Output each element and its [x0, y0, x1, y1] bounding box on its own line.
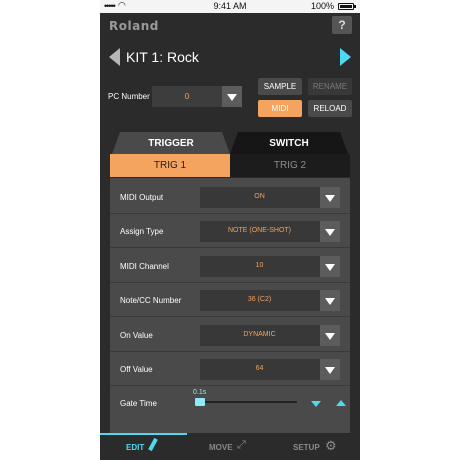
slider-handle[interactable]: [195, 398, 205, 406]
param-list: MIDI Output ON Assign Type NOTE (ONE-SHO…: [110, 178, 350, 433]
tab-trigger-label: TRIGGER: [148, 138, 194, 149]
battery-percent: 100%: [310, 1, 334, 11]
tab-trigger[interactable]: TRIGGER: [112, 132, 230, 154]
app-header: Roland ?: [100, 13, 360, 38]
app-screen: ••••• ◠ 9:41 AM 100% Roland ? KIT 1: Roc…: [100, 0, 360, 460]
bottom-nav: EDIT MOVE ⤢ SETUP ⚙: [100, 433, 360, 460]
subtab-trig1[interactable]: TRIG 1: [110, 154, 230, 177]
rename-button[interactable]: RENAME: [308, 78, 352, 95]
battery-icon: [338, 3, 356, 10]
chevron-down-icon[interactable]: [320, 290, 340, 311]
help-button[interactable]: ?: [332, 16, 352, 34]
gate-time-slider[interactable]: [195, 398, 297, 406]
param-value: 10: [255, 262, 264, 269]
chevron-down-icon[interactable]: [320, 187, 340, 208]
param-label: Gate Time: [120, 399, 157, 408]
tab-switch[interactable]: SWITCH: [230, 132, 348, 154]
chevron-down-icon[interactable]: [320, 221, 340, 242]
chevron-down-icon[interactable]: [320, 359, 340, 380]
param-label: On Value: [120, 331, 153, 340]
on-value-select[interactable]: DYNAMIC: [200, 325, 340, 346]
move-arrows-icon: ⤢: [237, 439, 246, 451]
param-row-midi-output: MIDI Output ON: [110, 180, 350, 214]
gate-time-value: 0.1s: [193, 389, 207, 396]
prev-kit-icon[interactable]: [109, 48, 120, 66]
active-indicator: [100, 433, 187, 435]
subtab-trig2-label: TRIG 2: [273, 160, 307, 171]
assign-type-select[interactable]: NOTE (ONE-SHOT): [200, 221, 340, 242]
pencil-icon: [148, 437, 158, 452]
param-value: DYNAMIC: [243, 331, 276, 338]
param-value: NOTE (ONE-SHOT): [228, 227, 291, 234]
nav-edit-label: EDIT: [126, 443, 145, 452]
next-kit-icon[interactable]: [340, 48, 351, 66]
subtab-trig1-label: TRIG 1: [153, 160, 187, 171]
midi-channel-select[interactable]: 10: [200, 256, 340, 277]
param-label: MIDI Channel: [120, 262, 169, 271]
gear-icon: ⚙: [325, 438, 337, 453]
midi-button[interactable]: MIDI: [258, 100, 302, 117]
pc-number-select[interactable]: 0: [152, 86, 242, 107]
param-row-assign-type: Assign Type NOTE (ONE-SHOT): [110, 214, 350, 248]
param-row-note-cc-number: Note/CC Number 36 (C2): [110, 283, 350, 317]
param-row-on-value: On Value DYNAMIC: [110, 318, 350, 352]
roland-logo: Roland: [109, 19, 159, 33]
param-label: Assign Type: [120, 227, 164, 236]
decrement-arrow-icon[interactable]: [305, 392, 327, 414]
status-bar: ••••• ◠ 9:41 AM 100%: [100, 0, 360, 13]
param-row-midi-channel: MIDI Channel 10: [110, 249, 350, 283]
param-row-gate-time: Gate Time 0.1s: [110, 386, 350, 420]
param-row-off-value: Off Value 64: [110, 352, 350, 386]
subtab-trig2[interactable]: TRIG 2: [230, 154, 350, 177]
nav-move[interactable]: MOVE ⤢: [187, 433, 274, 460]
kit-title: KIT 1: Rock: [126, 49, 199, 65]
reload-button[interactable]: RELOAD: [308, 100, 352, 117]
chevron-down-icon[interactable]: [222, 86, 242, 107]
param-value: ON: [254, 193, 265, 200]
chevron-down-icon[interactable]: [320, 325, 340, 346]
midi-output-select[interactable]: ON: [200, 187, 340, 208]
nav-move-label: MOVE: [209, 443, 233, 452]
chevron-down-icon[interactable]: [320, 256, 340, 277]
param-label: MIDI Output: [120, 193, 164, 202]
increment-arrow-icon[interactable]: [330, 392, 352, 414]
note-cc-number-select[interactable]: 36 (C2): [200, 290, 340, 311]
pc-number-value: 0: [184, 92, 190, 101]
nav-edit[interactable]: EDIT: [100, 433, 187, 460]
nav-setup[interactable]: SETUP ⚙: [274, 433, 360, 460]
param-value: 36 (C2): [247, 296, 272, 303]
sample-button[interactable]: SAMPLE: [258, 78, 302, 95]
param-label: Note/CC Number: [120, 296, 182, 305]
param-value: 64: [255, 365, 264, 372]
param-label: Off Value: [120, 365, 153, 374]
nav-setup-label: SETUP: [293, 443, 320, 452]
tab-switch-label: SWITCH: [269, 138, 309, 149]
pc-number-label: PC Number: [108, 92, 150, 101]
off-value-select[interactable]: 64: [200, 359, 340, 380]
